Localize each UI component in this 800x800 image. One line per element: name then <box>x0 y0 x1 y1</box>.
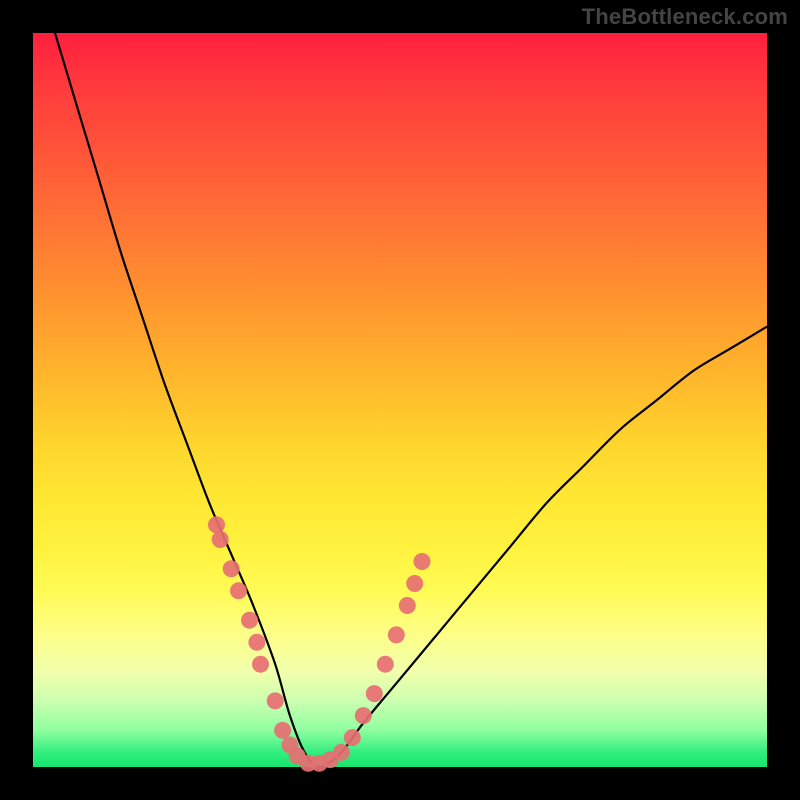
data-marker <box>252 656 269 673</box>
data-marker <box>333 744 350 761</box>
data-marker <box>230 582 247 599</box>
markers-group <box>208 516 431 772</box>
plot-area <box>33 33 767 767</box>
data-marker <box>212 531 229 548</box>
data-marker <box>274 722 291 739</box>
data-marker <box>267 692 284 709</box>
data-marker <box>241 612 258 629</box>
watermark-text: TheBottleneck.com <box>582 4 788 30</box>
data-marker <box>414 553 431 570</box>
data-marker <box>355 707 372 724</box>
bottleneck-curve <box>55 33 767 767</box>
data-marker <box>377 656 394 673</box>
data-marker <box>366 685 383 702</box>
data-marker <box>208 516 225 533</box>
chart-svg <box>33 33 767 767</box>
data-marker <box>388 626 405 643</box>
data-marker <box>406 575 423 592</box>
chart-frame: TheBottleneck.com <box>0 0 800 800</box>
data-marker <box>344 729 361 746</box>
data-marker <box>223 560 240 577</box>
data-marker <box>399 597 416 614</box>
data-marker <box>248 634 265 651</box>
